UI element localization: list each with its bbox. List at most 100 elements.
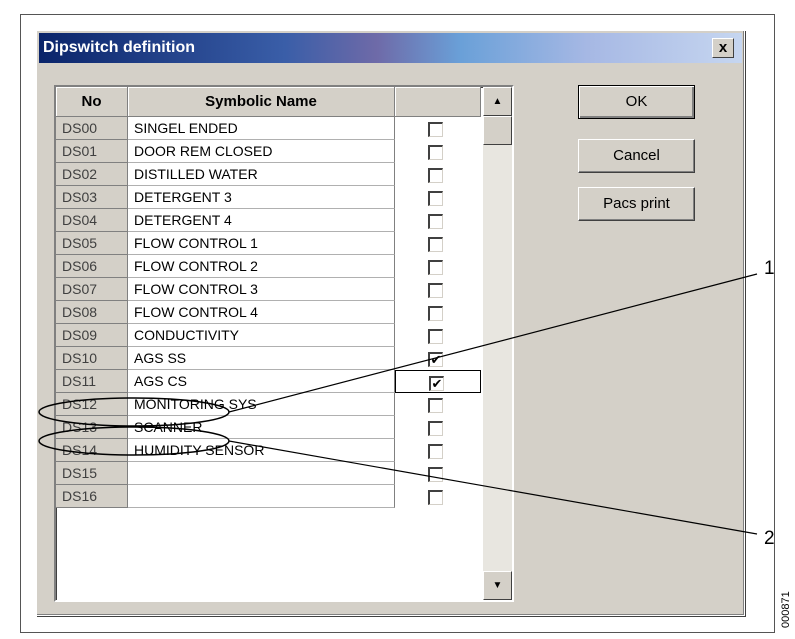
symbolic-name-cell[interactable]: AGS CS <box>128 370 395 393</box>
column-header-no[interactable]: No <box>56 87 128 117</box>
dipswitch-checkbox[interactable]: ✔ <box>429 376 444 391</box>
dipswitch-checkbox[interactable] <box>428 191 443 206</box>
dipswitch-checkbox[interactable] <box>428 444 443 459</box>
checkbox-cell <box>395 163 481 186</box>
row-number-cell: DS08 <box>56 301 128 324</box>
symbolic-name-cell[interactable]: DETERGENT 3 <box>128 186 395 209</box>
table-row[interactable]: DS10 AGS SS ✔ <box>56 347 481 370</box>
checkbox-cell <box>395 209 481 232</box>
symbolic-name-cell[interactable]: HUMIDITY SENSOR <box>128 439 395 462</box>
table-row[interactable]: DS00 SINGEL ENDED <box>56 117 481 140</box>
symbolic-name-cell[interactable]: SCANNER <box>128 416 395 439</box>
table-row[interactable]: DS13 SCANNER <box>56 416 481 439</box>
column-header-check[interactable] <box>395 87 481 117</box>
close-button[interactable]: x <box>712 38 734 58</box>
row-number-cell: DS03 <box>56 186 128 209</box>
row-number-cell: DS02 <box>56 163 128 186</box>
scroll-down-button[interactable]: ▼ <box>483 571 512 600</box>
dipswitch-checkbox[interactable] <box>428 237 443 252</box>
checkmark-icon: ✔ <box>431 376 443 391</box>
dipswitch-checkbox[interactable] <box>428 329 443 344</box>
checkbox-cell <box>395 140 481 163</box>
dipswitch-checkbox[interactable] <box>428 260 443 275</box>
table-row[interactable]: DS06 FLOW CONTROL 2 <box>56 255 481 278</box>
row-number-cell: DS13 <box>56 416 128 439</box>
table-row[interactable]: DS09 CONDUCTIVITY <box>56 324 481 347</box>
column-header-symbolic-name[interactable]: Symbolic Name <box>128 87 395 117</box>
table-row[interactable]: DS03 DETERGENT 3 <box>56 186 481 209</box>
table-row[interactable]: DS05 FLOW CONTROL 1 <box>56 232 481 255</box>
dipswitch-checkbox[interactable] <box>428 306 443 321</box>
dipswitch-checkbox[interactable] <box>428 490 443 505</box>
symbolic-name-cell[interactable]: AGS SS <box>128 347 395 370</box>
dipswitch-checkbox[interactable] <box>428 398 443 413</box>
ok-button[interactable]: OK <box>578 85 695 119</box>
table-row[interactable]: DS01 DOOR REM CLOSED <box>56 140 481 163</box>
dipswitch-checkbox[interactable] <box>428 122 443 137</box>
row-number-cell: DS04 <box>56 209 128 232</box>
checkbox-cell: ✔ <box>395 370 481 393</box>
symbolic-name-cell[interactable]: FLOW CONTROL 4 <box>128 301 395 324</box>
row-number-cell: DS00 <box>56 117 128 140</box>
symbolic-name-cell[interactable]: FLOW CONTROL 2 <box>128 255 395 278</box>
dipswitch-checkbox[interactable] <box>428 467 443 482</box>
table-row[interactable]: DS07 FLOW CONTROL 3 <box>56 278 481 301</box>
dipswitch-checkbox[interactable] <box>428 168 443 183</box>
dipswitch-checkbox[interactable] <box>428 283 443 298</box>
symbolic-name-cell[interactable]: DETERGENT 4 <box>128 209 395 232</box>
table-row[interactable]: DS16 <box>56 485 481 508</box>
checkbox-cell: ✔ <box>395 347 481 370</box>
row-number-cell: DS14 <box>56 439 128 462</box>
dipswitch-checkbox[interactable] <box>428 214 443 229</box>
arrow-down-icon: ▼ <box>492 580 503 591</box>
cancel-button[interactable]: Cancel <box>578 139 695 173</box>
row-number-cell: DS01 <box>56 140 128 163</box>
row-number-cell: DS15 <box>56 462 128 485</box>
symbolic-name-cell[interactable]: DISTILLED WATER <box>128 163 395 186</box>
checkbox-cell <box>395 186 481 209</box>
symbolic-name-cell[interactable]: DOOR REM CLOSED <box>128 140 395 163</box>
dipswitch-checkbox[interactable]: ✔ <box>428 352 443 367</box>
row-number-cell: DS12 <box>56 393 128 416</box>
callout-number-1: 1 <box>764 258 775 279</box>
symbolic-name-cell[interactable] <box>128 485 395 508</box>
dipswitch-grid: No Symbolic Name DS00 SINGEL ENDED DS01 DOO… <box>54 85 514 602</box>
symbolic-name-cell[interactable]: MONITORING SYS <box>128 393 395 416</box>
table-row[interactable]: DS15 <box>56 462 481 485</box>
symbolic-name-cell[interactable]: CONDUCTIVITY <box>128 324 395 347</box>
checkbox-cell <box>395 255 481 278</box>
close-icon: x <box>718 39 728 56</box>
table-row[interactable]: DS04 DETERGENT 4 <box>56 209 481 232</box>
checkbox-cell <box>395 301 481 324</box>
dialog-title: Dipswitch definition <box>43 39 195 56</box>
checkbox-cell <box>395 278 481 301</box>
table-row[interactable]: DS02 DISTILLED WATER <box>56 163 481 186</box>
table-row[interactable]: DS08 FLOW CONTROL 4 <box>56 301 481 324</box>
title-bar: Dipswitch definition x <box>39 33 742 63</box>
checkbox-cell <box>395 117 481 140</box>
checkbox-cell <box>395 393 481 416</box>
vertical-scrollbar[interactable]: ▲ ▼ <box>483 87 512 600</box>
arrow-up-icon: ▲ <box>492 96 503 107</box>
grid-rows: DS00 SINGEL ENDED DS01 DOOR REM CLOSED DS02 D… <box>56 117 481 508</box>
symbolic-name-cell[interactable]: FLOW CONTROL 3 <box>128 278 395 301</box>
symbolic-name-cell[interactable] <box>128 462 395 485</box>
table-row[interactable]: DS12 MONITORING SYS <box>56 393 481 416</box>
row-number-cell: DS11 <box>56 370 128 393</box>
checkbox-cell <box>395 324 481 347</box>
scroll-thumb[interactable] <box>483 116 512 145</box>
symbolic-name-cell[interactable]: FLOW CONTROL 1 <box>128 232 395 255</box>
dipswitch-checkbox[interactable] <box>428 421 443 436</box>
checkbox-cell <box>395 485 481 508</box>
row-number-cell: DS09 <box>56 324 128 347</box>
checkbox-cell <box>395 462 481 485</box>
table-row[interactable]: DS11 AGS CS ✔ <box>56 370 481 393</box>
scroll-up-button[interactable]: ▲ <box>483 87 512 116</box>
symbolic-name-cell[interactable]: SINGEL ENDED <box>128 117 395 140</box>
callout-number-2: 2 <box>764 528 775 549</box>
pacs-print-button[interactable]: Pacs print <box>578 187 695 221</box>
checkmark-icon: ✔ <box>430 352 442 367</box>
table-row[interactable]: DS14 HUMIDITY SENSOR <box>56 439 481 462</box>
row-number-cell: DS16 <box>56 485 128 508</box>
dipswitch-checkbox[interactable] <box>428 145 443 160</box>
